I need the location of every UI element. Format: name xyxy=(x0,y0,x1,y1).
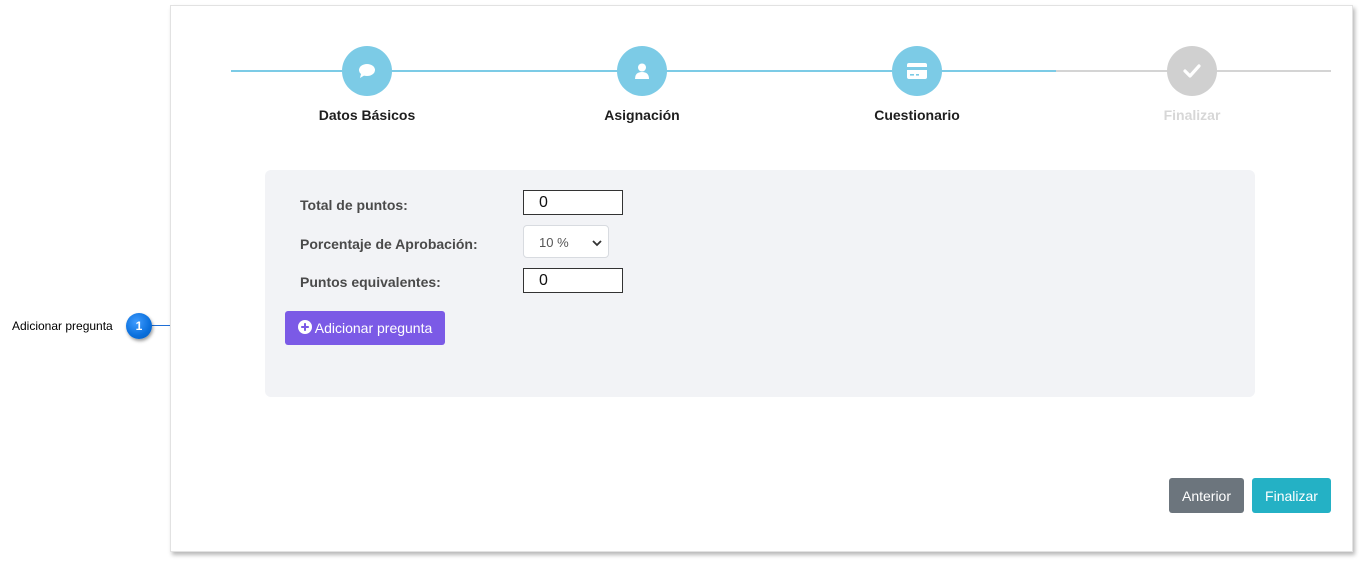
plus-circle-icon xyxy=(297,319,312,337)
approval-percentage-value: 10 % xyxy=(539,235,569,250)
equivalent-points-label: Puntos equivalentes: xyxy=(300,274,441,290)
total-points-input[interactable]: 0 xyxy=(523,190,623,215)
wizard-step-label: Datos Básicos xyxy=(318,107,416,123)
wizard-step-label: Asignación xyxy=(604,107,680,123)
wizard-step-asignacion[interactable]: Asignación xyxy=(542,46,742,123)
add-question-label: Adicionar pregunta xyxy=(314,320,433,336)
questionnaire-panel: Total de puntos: 0 Porcentaje de Aprobac… xyxy=(265,170,1255,397)
add-question-button[interactable]: Adicionar pregunta xyxy=(285,311,445,345)
wizard-card: Datos Básicos Asignación Cuestionario Fi… xyxy=(170,5,1353,552)
comment-icon xyxy=(342,46,392,96)
wizard-step-label: Finalizar xyxy=(1163,107,1221,123)
wizard-step-datos-basicos[interactable]: Datos Básicos xyxy=(267,46,467,123)
callout-badge: 1 xyxy=(126,313,152,339)
chevron-down-icon xyxy=(592,226,602,259)
approval-percentage-select[interactable]: 10 % xyxy=(523,225,609,258)
wizard-step-cuestionario[interactable]: Cuestionario xyxy=(817,46,1017,123)
wizard-step-label: Cuestionario xyxy=(874,107,960,123)
total-points-label: Total de puntos: xyxy=(300,197,408,213)
check-icon xyxy=(1167,46,1217,96)
wizard-step-finalizar[interactable]: Finalizar xyxy=(1092,46,1292,123)
credit-card-icon xyxy=(892,46,942,96)
callout-label: Adicionar pregunta xyxy=(12,319,113,333)
approval-percentage-label: Porcentaje de Aprobación: xyxy=(300,236,478,252)
previous-button[interactable]: Anterior xyxy=(1169,478,1244,513)
equivalent-points-input[interactable]: 0 xyxy=(523,268,623,293)
user-icon xyxy=(617,46,667,96)
finish-button[interactable]: Finalizar xyxy=(1252,478,1331,513)
